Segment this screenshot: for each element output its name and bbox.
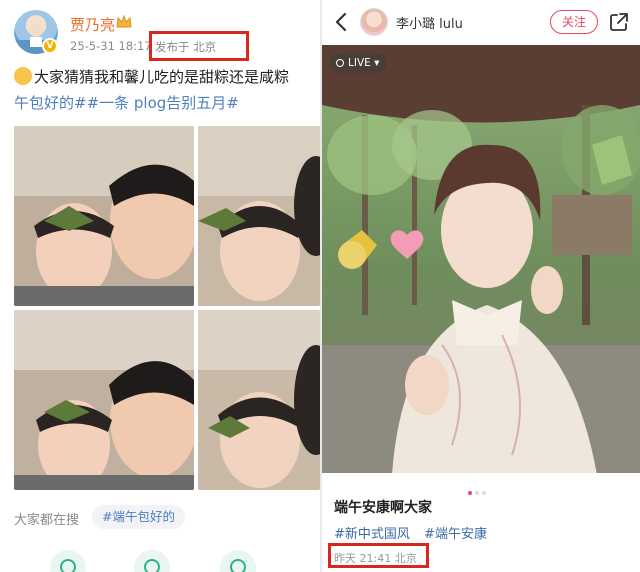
highlight-box-location bbox=[149, 31, 249, 61]
photo-pager bbox=[468, 480, 489, 499]
highlight-box-time bbox=[328, 543, 429, 568]
live-label: LIVE bbox=[348, 57, 371, 69]
post-hashtags[interactable]: 午包好的##一条 plog告别五月# bbox=[14, 90, 320, 116]
follow-button[interactable]: 关注 bbox=[550, 10, 598, 34]
post-tag[interactable]: #端午安康 bbox=[424, 527, 487, 542]
post-photo-1[interactable] bbox=[14, 126, 194, 306]
post-time: 25-5-31 18:17 bbox=[70, 39, 152, 53]
pager-dot[interactable] bbox=[482, 491, 486, 495]
search-tag[interactable]: #端午包好的 bbox=[92, 505, 185, 529]
live-icon bbox=[336, 59, 344, 67]
share-icon[interactable] bbox=[608, 11, 630, 33]
like-icon[interactable] bbox=[220, 550, 256, 572]
post-tags: #新中式国风 #端午安康 bbox=[334, 523, 497, 542]
live-badge[interactable]: LIVE ▾ bbox=[330, 53, 388, 73]
post-photo-2[interactable] bbox=[198, 126, 320, 306]
post-title: 端午安康啊大家 bbox=[334, 500, 432, 516]
crown-icon bbox=[116, 15, 132, 28]
pager-dot[interactable] bbox=[475, 491, 479, 495]
search-label: 大家都在搜 bbox=[14, 513, 80, 528]
author-username[interactable]: 李小璐 lulu bbox=[396, 13, 463, 32]
pager-dot[interactable] bbox=[468, 491, 472, 495]
post-photo-3[interactable] bbox=[14, 310, 194, 490]
post-body: 大家猜猜我和馨儿吃的是甜粽还是咸粽 午包好的##一条 plog告别五月# bbox=[14, 64, 320, 116]
post-main-photo[interactable]: LIVE ▾ bbox=[322, 45, 640, 473]
verified-icon: V bbox=[42, 38, 58, 54]
weibo-post-panel: V 贾乃亮 25-5-31 18:17 发布于 北京 大家猜猜我和馨儿吃的是甜粽… bbox=[0, 0, 320, 572]
emoji-icon bbox=[14, 67, 32, 85]
xiaohongshu-post-panel: 李小璐 lulu 关注 LIVE ▾ 端午安康啊大家 #新中式国风 #端午安康 … bbox=[322, 0, 640, 572]
post-tag[interactable]: #新中式国风 bbox=[334, 527, 410, 542]
repost-icon[interactable] bbox=[134, 550, 170, 572]
back-icon[interactable] bbox=[330, 10, 354, 34]
comment-icon[interactable] bbox=[50, 550, 86, 572]
author-avatar[interactable] bbox=[360, 8, 388, 36]
post-username[interactable]: 贾乃亮 bbox=[70, 14, 115, 35]
post-text-line1: 大家猜猜我和馨儿吃的是甜粽还是咸粽 bbox=[34, 68, 290, 86]
post-photo-4[interactable] bbox=[198, 310, 320, 490]
